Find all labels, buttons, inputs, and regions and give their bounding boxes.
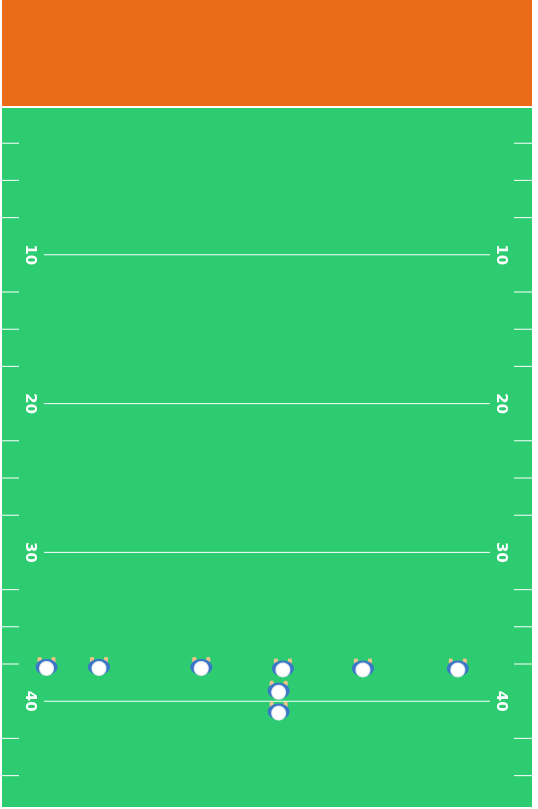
yard-number-left: 30 (22, 542, 40, 563)
yard-number-left: 20 (22, 393, 40, 414)
yard-number-right: 30 (493, 542, 511, 563)
playing-field (2, 108, 532, 807)
yard-number-left: 10 (22, 244, 40, 265)
yard-number-right: 20 (493, 393, 511, 414)
end-zone (2, 0, 532, 106)
yard-number-right: 10 (493, 244, 511, 265)
football-field: 10 10 20 20 30 30 40 40 (0, 0, 538, 809)
yard-number-right: 40 (493, 691, 511, 712)
yard-number-left: 40 (22, 691, 40, 712)
